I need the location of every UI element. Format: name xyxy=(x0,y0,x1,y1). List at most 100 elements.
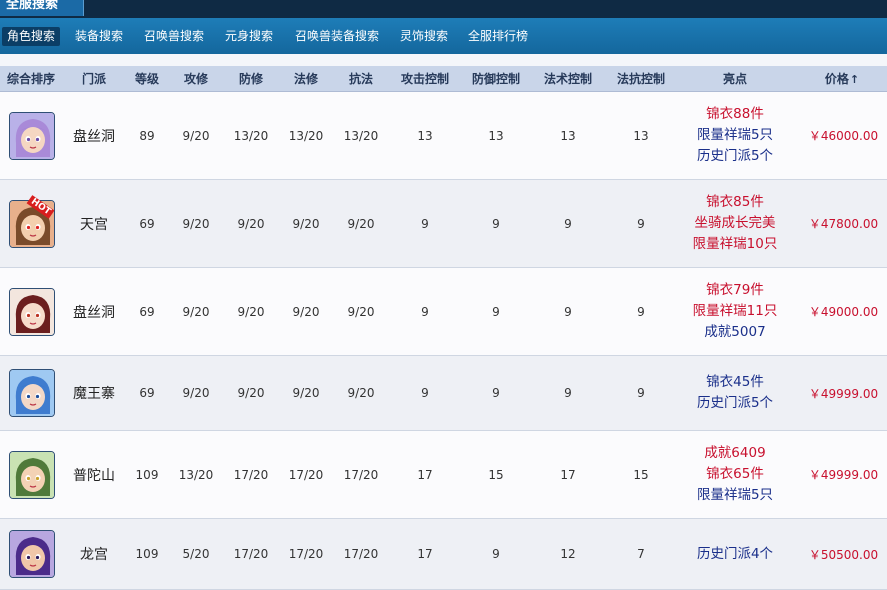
table-row[interactable]: 魔王寨 69 9/20 9/20 9/20 9/20 9 9 9 9 锦衣45件 历史门派5个 ￥499… xyxy=(0,356,887,431)
school-cell: 天宫 xyxy=(80,216,108,233)
character-avatar-icon[interactable] xyxy=(9,450,55,499)
mag-ctrl-cell: 9 xyxy=(564,386,572,400)
nav-item-equipment-search[interactable]: 装备搜索 xyxy=(70,27,128,46)
atk-ctrl-cell: 9 xyxy=(421,304,429,319)
header-def[interactable]: 防修 xyxy=(224,66,278,92)
highlight-item: 限量祥瑞10只 xyxy=(692,236,778,252)
res-cell: 9/20 xyxy=(347,216,375,231)
character-avatar-icon[interactable] xyxy=(9,530,55,578)
highlights-cell: 锦衣45件 历史门派5个 xyxy=(670,356,800,430)
atk-cell: 13/20 xyxy=(178,467,214,482)
header-def-ctrl[interactable]: 防御控制 xyxy=(462,66,530,92)
price-cell: ￥49999.00 xyxy=(808,468,879,482)
header-mag[interactable]: 法修 xyxy=(279,66,333,92)
atk-cell: 9/20 xyxy=(182,216,210,231)
def-ctrl-cell: 9 xyxy=(492,386,500,400)
price-cell: ￥46000.00 xyxy=(808,129,879,143)
def-cell: 13/20 xyxy=(233,128,269,143)
table-row[interactable]: 普陀山 109 13/20 17/20 17/20 17/20 17 15 17 15 成就6409… xyxy=(0,431,887,519)
character-avatar-icon[interactable] xyxy=(9,369,55,417)
highlight-item: 历史门派5个 xyxy=(696,395,774,411)
table-header: 综合排序 门派 等级 攻修 防修 法修 抗法 攻击控制 防御控制 法术控制 法抗… xyxy=(0,66,887,92)
level-cell: 69 xyxy=(139,304,155,319)
header-mag-ctrl[interactable]: 法术控制 xyxy=(534,66,602,92)
nav-item-summon-search[interactable]: 召唤兽搜索 xyxy=(139,27,209,46)
res-cell: 9/20 xyxy=(347,386,375,400)
table-row[interactable]: 龙宫 109 5/20 17/20 17/20 17/20 17 9 12 7 历史门派4个 ￥505… xyxy=(0,519,887,590)
mag-ctrl-cell: 9 xyxy=(564,216,572,231)
avatar-cell xyxy=(4,92,60,179)
table-row[interactable]: 盘丝洞 69 9/20 9/20 9/20 9/20 9 9 9 9 锦衣79件 限量祥瑞11只 成就5… xyxy=(0,268,887,356)
atk-cell: 9/20 xyxy=(182,386,210,400)
avatar-cell xyxy=(4,268,60,355)
res-ctrl-cell: 9 xyxy=(637,304,645,319)
res-cell: 17/20 xyxy=(343,467,379,482)
character-avatar-icon[interactable] xyxy=(9,111,55,160)
table-row[interactable]: 盘丝洞 89 9/20 13/20 13/20 13/20 13 13 13 13 锦衣88件 限量祥… xyxy=(0,92,887,180)
mag-ctrl-cell: 17 xyxy=(560,467,576,482)
header-rank[interactable]: 综合排序 xyxy=(0,66,62,92)
level-cell: 69 xyxy=(139,386,155,400)
nav-item-yuanshen-search[interactable]: 元身搜索 xyxy=(220,27,278,46)
mag-cell: 9/20 xyxy=(292,216,320,231)
price-cell: ￥47800.00 xyxy=(808,217,879,231)
header-price[interactable]: 价格↑ xyxy=(812,66,872,92)
price-cell: ￥49000.00 xyxy=(808,305,879,319)
atk-ctrl-cell: 17 xyxy=(417,467,433,482)
def-cell: 17/20 xyxy=(233,467,269,482)
res-ctrl-cell: 9 xyxy=(637,216,645,231)
mag-ctrl-cell: 12 xyxy=(560,547,576,561)
highlight-item: 限量祥瑞5只 xyxy=(696,487,774,503)
school-cell: 魔王寨 xyxy=(73,386,115,402)
header-level[interactable]: 等级 xyxy=(122,66,172,92)
nav-item-lingshi-search[interactable]: 灵饰搜索 xyxy=(395,27,453,46)
level-cell: 109 xyxy=(135,467,159,482)
app-root: 全服搜索 角色搜索 装备搜索 召唤兽搜索 元身搜索 召唤兽装备搜索 灵饰搜索 全… xyxy=(0,0,887,590)
nav-item-summon-equip-search[interactable]: 召唤兽装备搜索 xyxy=(290,27,384,46)
mag-cell: 13/20 xyxy=(288,128,324,143)
atk-ctrl-cell: 9 xyxy=(421,386,429,400)
highlight-item: 锦衣65件 xyxy=(706,466,764,482)
def-ctrl-cell: 9 xyxy=(492,216,500,231)
res-cell: 17/20 xyxy=(343,547,379,561)
header-highlights: 亮点 xyxy=(722,72,747,86)
tab-global-search[interactable]: 全服搜索 xyxy=(0,0,84,16)
table-row[interactable]: HOT 天宫 69 9/20 9/20 9/20 9/20 9 9 9 9 锦衣85件 坐骑成长完美 限量… xyxy=(0,180,887,268)
level-cell: 109 xyxy=(135,547,159,561)
atk-ctrl-cell: 9 xyxy=(421,216,429,231)
header-res[interactable]: 抗法 xyxy=(334,66,388,92)
nav-item-server-ranking[interactable]: 全服排行榜 xyxy=(463,27,533,46)
top-bar: 全服搜索 xyxy=(0,0,887,18)
search-nav: 角色搜索 装备搜索 召唤兽搜索 元身搜索 召唤兽装备搜索 灵饰搜索 全服排行榜 xyxy=(0,18,887,54)
highlight-item: 坐骑成长完美 xyxy=(694,215,776,231)
mag-ctrl-cell: 13 xyxy=(560,128,576,143)
header-price-label: 价格 xyxy=(824,72,849,86)
highlight-item: 锦衣85件 xyxy=(706,194,764,210)
atk-ctrl-cell: 17 xyxy=(417,547,433,561)
highlight-item: 限量祥瑞11只 xyxy=(692,303,778,319)
mag-cell: 9/20 xyxy=(292,386,320,400)
school-cell: 普陀山 xyxy=(73,467,115,484)
res-ctrl-cell: 9 xyxy=(637,386,645,400)
character-avatar-icon[interactable] xyxy=(9,287,55,336)
mag-cell: 9/20 xyxy=(292,304,320,319)
avatar-cell xyxy=(4,356,60,430)
def-cell: 9/20 xyxy=(237,216,265,231)
highlights-cell: 锦衣85件坐骑成长完美 限量祥瑞10只 xyxy=(670,180,800,267)
header-res-ctrl[interactable]: 法抗控制 xyxy=(607,66,675,92)
def-ctrl-cell: 15 xyxy=(488,467,504,482)
header-atk-ctrl[interactable]: 攻击控制 xyxy=(392,66,458,92)
nav-item-role-search[interactable]: 角色搜索 xyxy=(2,27,61,46)
level-cell: 89 xyxy=(139,128,155,143)
def-cell: 9/20 xyxy=(237,386,265,400)
avatar-cell xyxy=(4,431,60,518)
header-atk[interactable]: 攻修 xyxy=(170,66,222,92)
price-cell: ￥49999.00 xyxy=(808,386,879,401)
highlight-item: 成就6409 xyxy=(704,445,766,461)
atk-ctrl-cell: 13 xyxy=(417,128,433,143)
price-cell: ￥50500.00 xyxy=(808,547,879,562)
highlight-item: 历史门派4个 xyxy=(696,545,774,562)
highlights-cell: 历史门派4个 xyxy=(670,519,800,589)
results-table-body: 盘丝洞 89 9/20 13/20 13/20 13/20 13 13 13 13 锦衣88件 限量祥… xyxy=(0,92,887,590)
highlight-item: 锦衣88件 xyxy=(706,106,764,122)
